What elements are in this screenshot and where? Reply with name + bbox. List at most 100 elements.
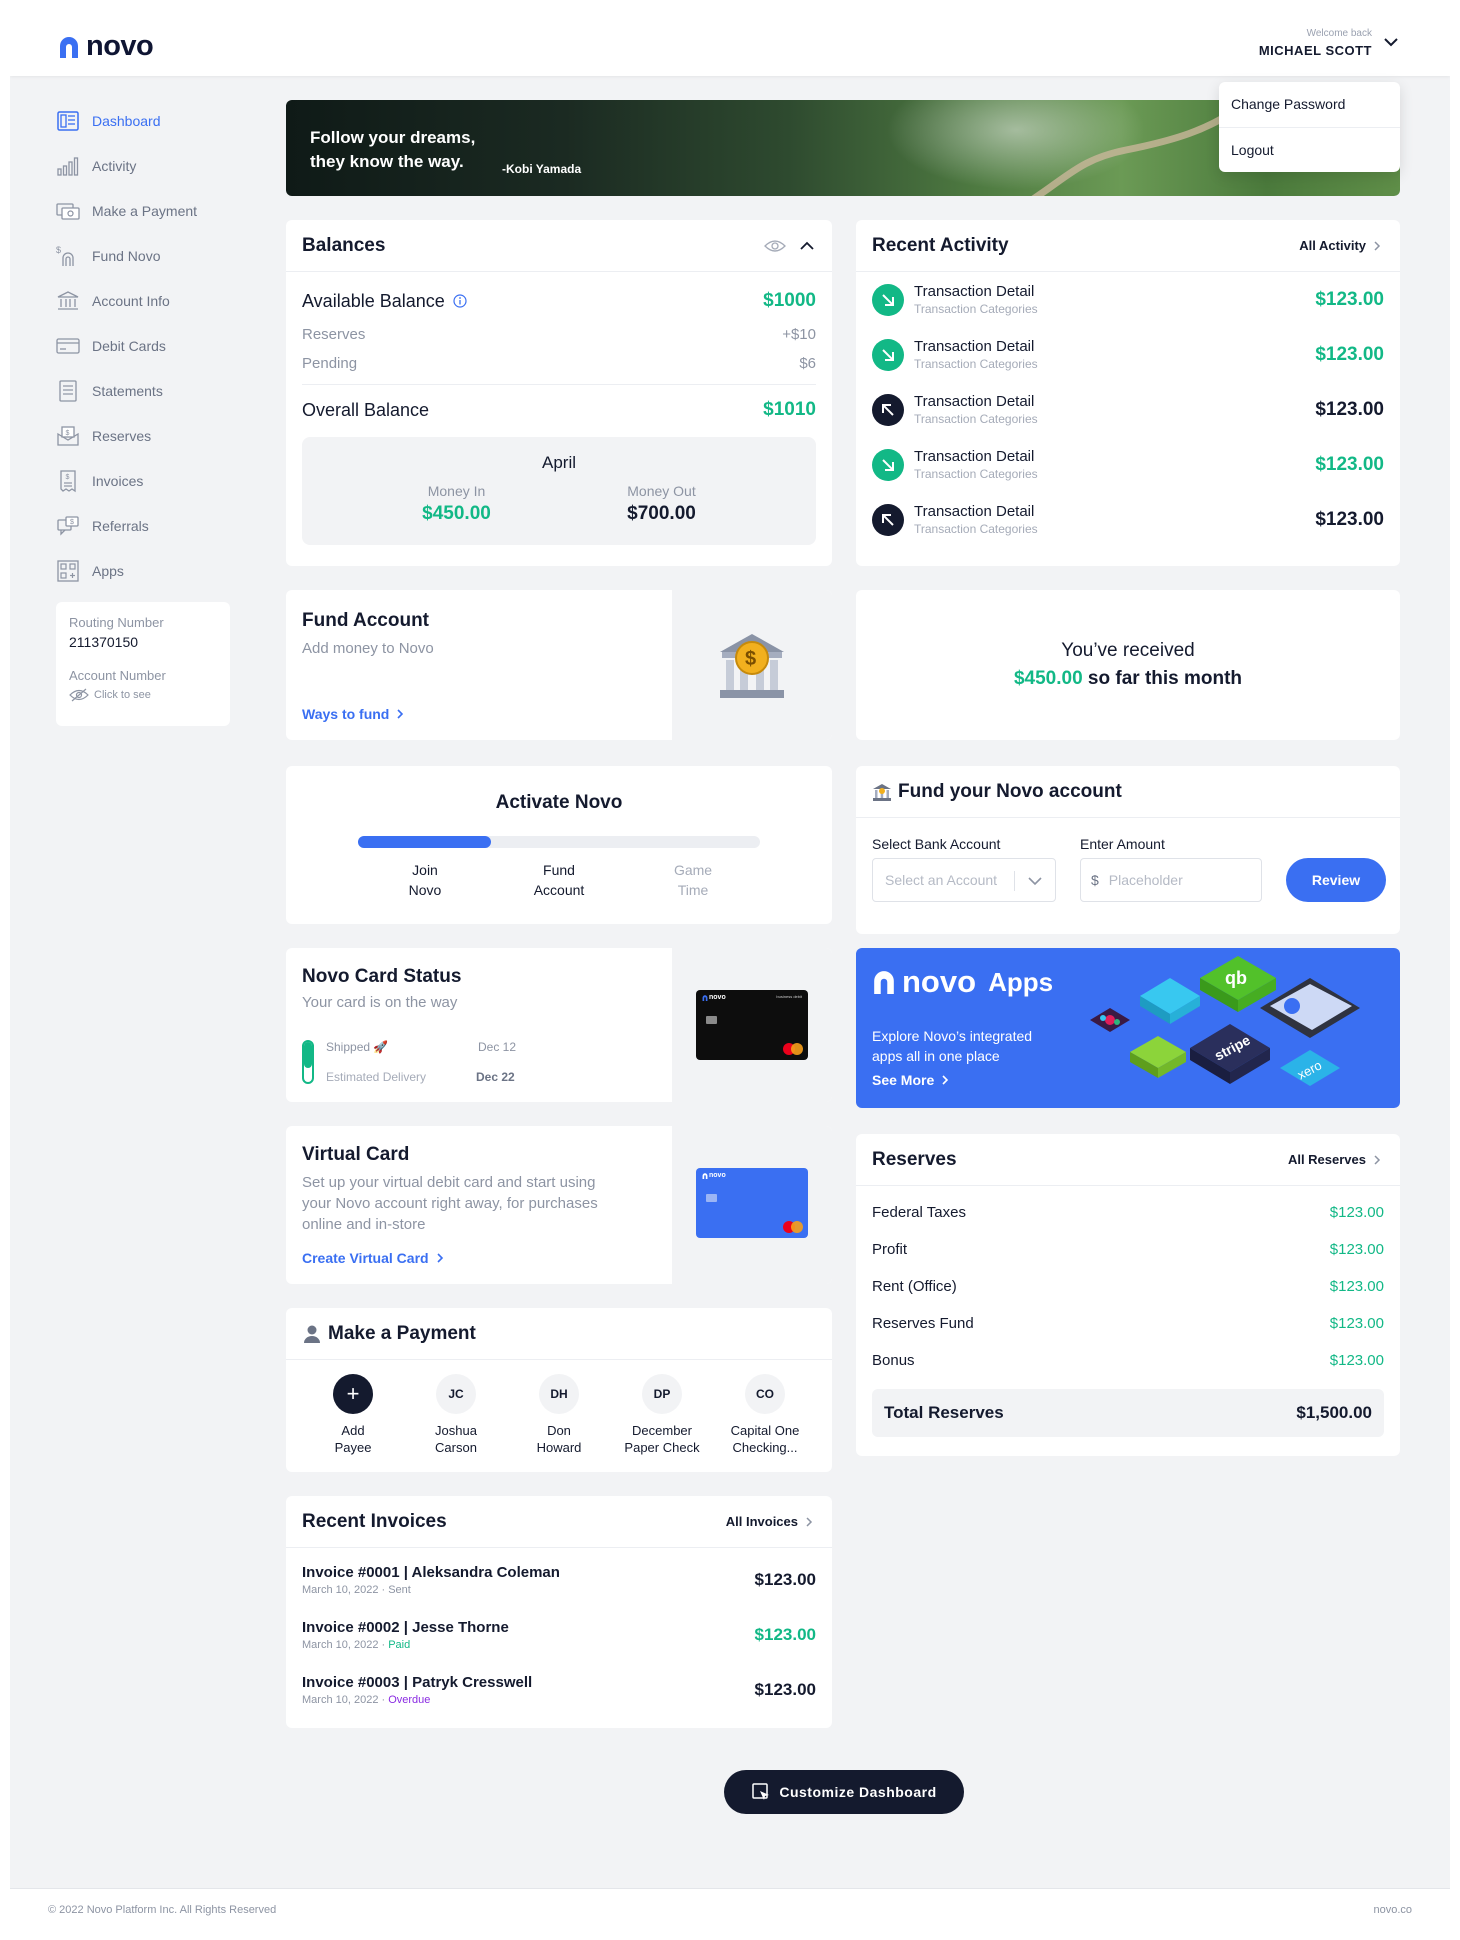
click-to-see-text: Click to see [94,689,151,701]
payee-december-paper-check[interactable]: DP December Paper Check [611,1374,714,1456]
physical-card-image: novo business debit [696,990,808,1060]
review-button[interactable]: Review [1286,858,1386,902]
shipping-progress [302,1040,314,1084]
virtual-card-panel: novo [672,1126,832,1284]
sidebar-item-account-info[interactable]: Account Info [56,278,216,323]
sidebar-item-make-a-payment[interactable]: Make a Payment [56,188,216,233]
all-invoices-link[interactable]: All Invoices [726,1514,816,1529]
monthly-summary: April Money In $450.00 Money Out $700.00 [302,437,816,545]
sidebar-item-apps[interactable]: Apps [56,548,216,593]
payment-icon [56,202,80,220]
svg-text:$: $ [66,430,70,437]
footer-link[interactable]: novo.co [1373,1904,1412,1916]
sidebar-item-referrals[interactable]: $ Referrals [56,503,216,548]
payee-joshua-carson[interactable]: JC Joshua Carson [405,1374,508,1456]
novo-logo-icon [702,994,708,1001]
payee-list: + Add Payee JC Joshua Carson DH Don Howard DP D… [286,1374,832,1456]
invoice-date: March 10, 2022 · [302,1638,389,1651]
all-activity-link[interactable]: All Activity [1299,238,1384,253]
money-out-value: $700.00 [627,503,696,524]
payee-name: Don [547,1423,571,1438]
payee-name: Paper Check [624,1440,700,1455]
sidebar-item-debit-cards[interactable]: Debit Cards [56,323,216,368]
arrow-in-icon [872,283,904,316]
card-icon [56,337,80,354]
ways-to-fund-link[interactable]: Ways to fund [302,706,407,722]
activity-amount: $123.00 [1315,288,1384,310]
overall-balance: $1010 [763,399,816,420]
activity-category: Transaction Categories [914,522,1038,536]
fund-form-title: Fund your Novo account [898,780,1122,802]
activity-row[interactable]: Transaction Detail Transaction Categories… [856,437,1400,492]
sidebar-item-fund-novo[interactable]: $ Fund Novo [56,233,216,278]
bank-account-select[interactable]: Select an Account [872,858,1056,902]
all-invoices-text: All Invoices [725,1514,798,1529]
step-label: Account [533,882,585,898]
eye-icon[interactable] [764,239,786,253]
sidebar-label: Reserves [92,427,152,444]
eye-slash-icon [69,688,89,702]
click-to-see[interactable]: Click to see [69,688,217,702]
card-status-card: Novo Card Status Your card is on the way… [286,948,832,1102]
reserve-row[interactable]: Federal Taxes $123.00 [856,1194,1400,1231]
activity-row[interactable]: Transaction Detail Transaction Categories… [856,382,1400,437]
ticket-icon [1140,978,1200,1024]
reserve-row[interactable]: Profit $123.00 [856,1231,1400,1268]
sidebar-item-dashboard[interactable]: Dashboard [56,98,216,143]
invoice-row[interactable]: Invoice #0001 | Aleksandra Coleman March … [286,1552,832,1607]
pending-value: $6 [799,355,816,372]
reserve-row[interactable]: Reserves Fund $123.00 [856,1305,1400,1342]
payee-name: Carson [435,1440,477,1455]
fund-icon: $ [56,245,74,266]
sidebar-item-activity[interactable]: Activity [56,143,216,188]
chevron-down-icon[interactable] [1382,35,1400,49]
pending-row: Pending $6 [286,355,832,372]
chevron-right-icon [1374,240,1381,251]
statement-icon [59,379,77,402]
customize-dashboard-button[interactable]: Customize Dashboard [724,1770,964,1814]
sidebar-item-reserves[interactable]: $ Reserves [56,413,216,458]
activity-row[interactable]: Transaction Detail Transaction Categories… [856,327,1400,382]
create-virtual-card-link[interactable]: Create Virtual Card [302,1250,447,1266]
total-reserves-value: $1,500.00 [1296,1403,1372,1422]
invoice-title: Invoice #0003 | Patryk Cresswell [302,1673,533,1691]
stripe-icon: stripe [1190,1024,1270,1084]
money-out-label: Money Out [627,483,696,499]
novo-logo[interactable]: novo [58,30,154,63]
step-label: Join [412,862,438,878]
activity-row[interactable]: Transaction Detail Transaction Categories… [856,492,1400,547]
invoice-row[interactable]: Invoice #0002 | Jesse Thorne March 10, 20… [286,1607,832,1662]
amount-input[interactable]: $ Placeholder [1080,858,1262,902]
referral-icon: $ [57,515,79,536]
reserve-row[interactable]: Bonus $123.00 [856,1342,1400,1379]
sidebar-item-invoices[interactable]: $ Invoices [56,458,216,503]
sidebar-item-statements[interactable]: Statements [56,368,216,413]
routing-number[interactable]: 211370150 [69,634,217,650]
reserve-row[interactable]: Rent (Office) $123.00 [856,1268,1400,1305]
invoice-amount: $123.00 [754,1624,816,1644]
logo-text: novo [86,30,154,62]
avatar: DH [539,1374,579,1414]
card-status-title: Novo Card Status [302,966,462,987]
received-amount: $450.00 [1013,668,1083,689]
see-more-link[interactable]: See More [872,1072,952,1088]
chevron-up-icon[interactable] [798,240,816,252]
add-payee-button[interactable]: + Add Payee [302,1374,405,1456]
bank-icon [57,290,79,310]
summary-month: April [541,453,576,472]
bank-account-placeholder: Select an Account [885,872,998,888]
change-password-item[interactable]: Change Password [1219,82,1400,127]
novo-apps-banner[interactable]: novo Apps Explore Novo’s integrated apps… [856,948,1400,1108]
payee-don-howard[interactable]: DH Don Howard [508,1374,611,1456]
activity-row[interactable]: Transaction Detail Transaction Categories… [856,272,1400,327]
copyright-text: © 2022 Novo Platform Inc. All Rights Res… [48,1903,277,1916]
info-icon[interactable] [453,294,467,308]
invoice-row[interactable]: Invoice #0003 | Patryk Cresswell March 10… [286,1662,832,1717]
logout-item[interactable]: Logout [1219,127,1400,172]
all-reserves-link[interactable]: All Reserves [1288,1152,1384,1167]
chevron-down-icon [1028,877,1042,886]
bank-account-label: Select Bank Account [872,836,1001,852]
reserves-card: Reserves All Reserves Federal Taxes $123.… [856,1134,1400,1456]
shipped-label: Shipped 🚀 [326,1040,389,1054]
payee-capital-one[interactable]: CO Capital One Checking... [714,1374,817,1456]
